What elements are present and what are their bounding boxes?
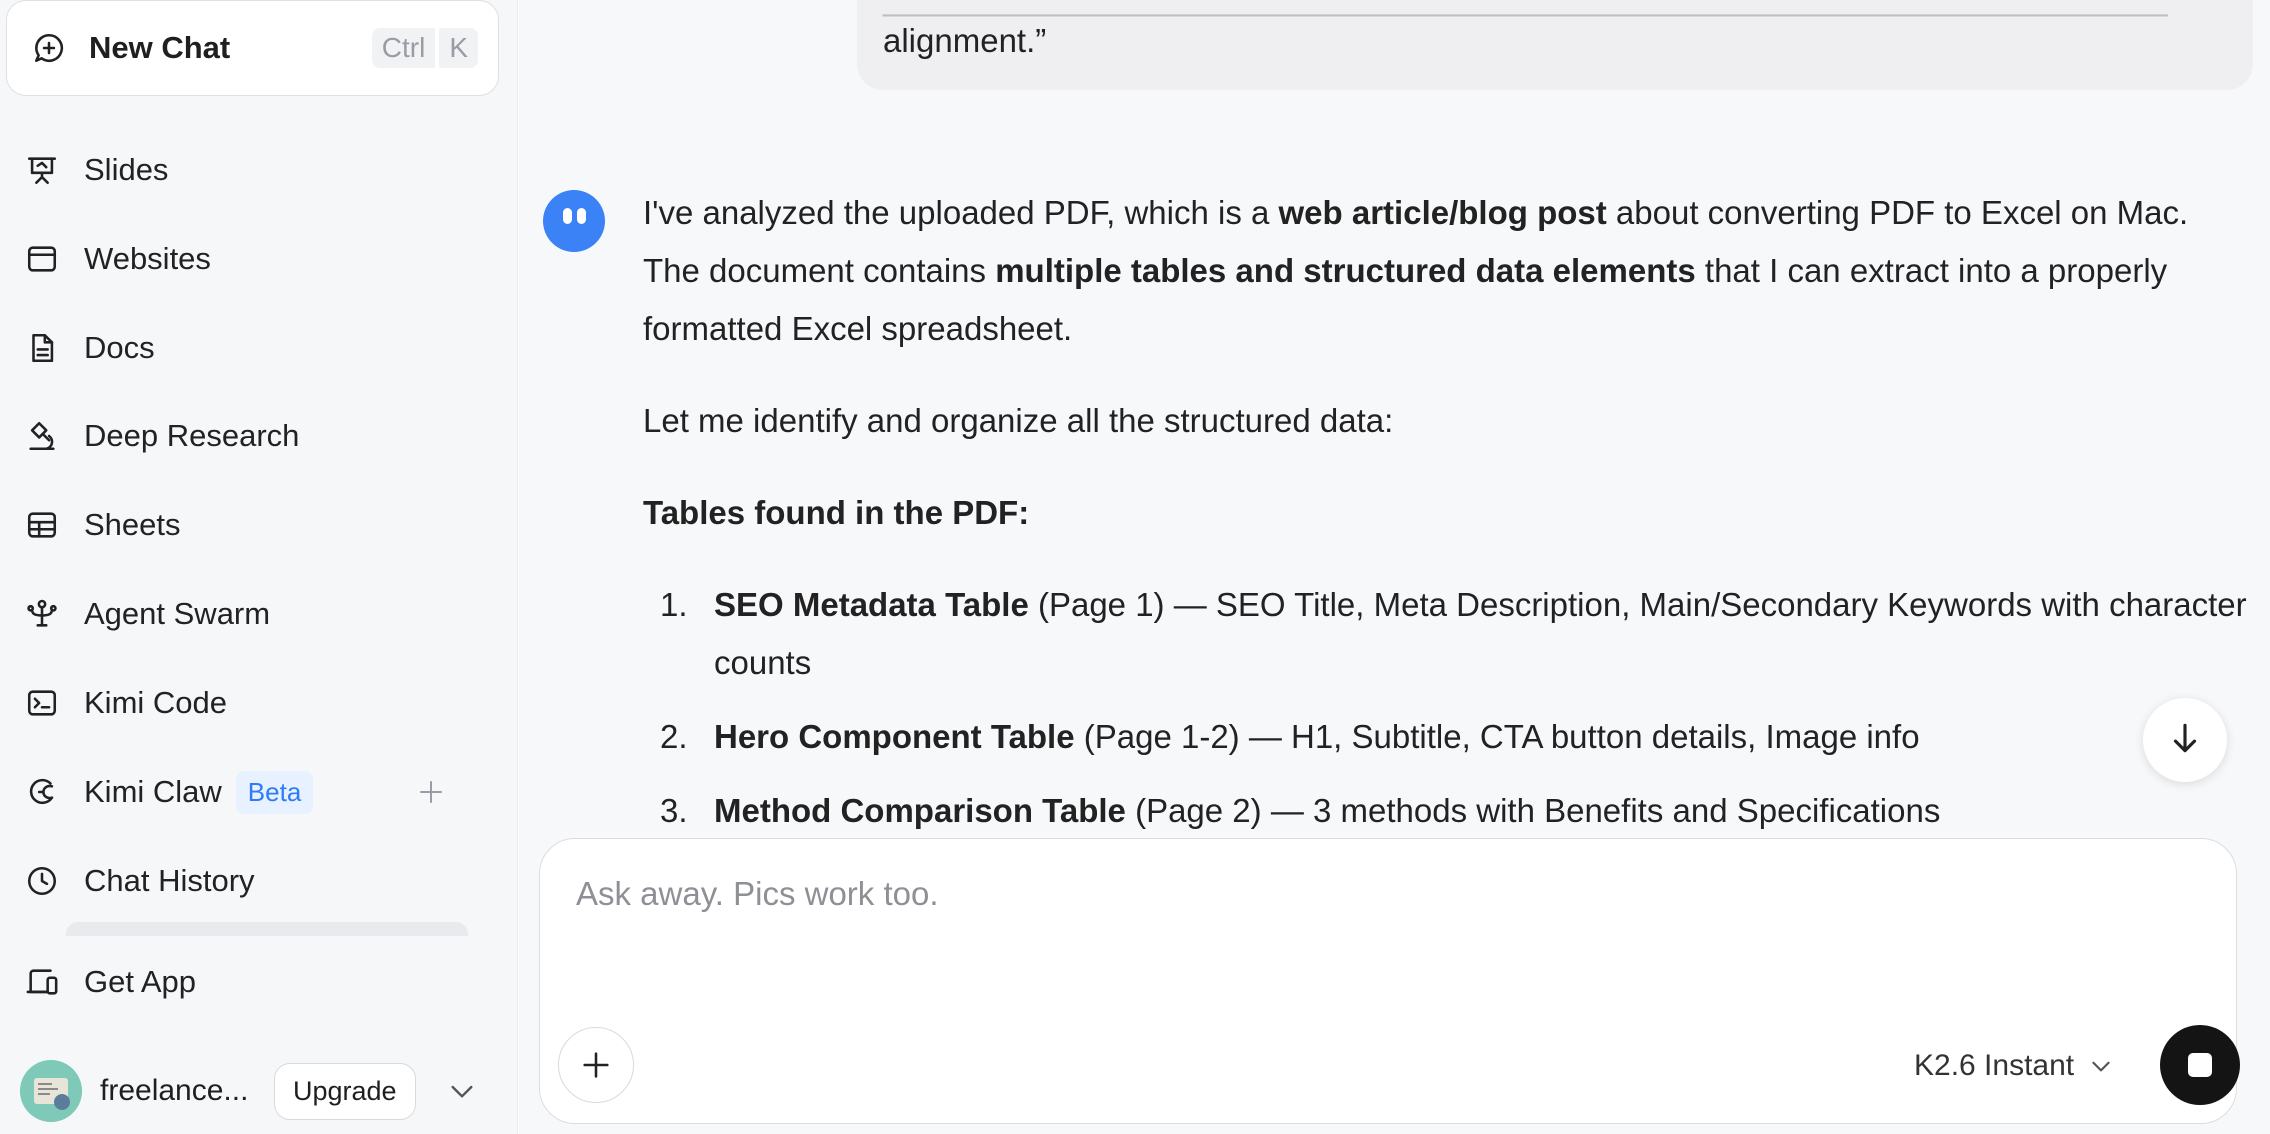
user-message-clipped-line: ________________________________________… [883,0,2168,18]
username: freelance... [100,1074,249,1107]
sidebar-item-get-app[interactable]: Get App [22,952,492,1012]
new-chat-button[interactable]: New Chat Ctrl K [6,0,499,96]
add-attachment-button[interactable] [558,1027,634,1103]
browser-window-icon [22,239,62,279]
sidebar-item-label: Docs [84,330,155,365]
sidebar-item-agent-swarm[interactable]: Agent Swarm [22,584,492,644]
sidebar-item-websites[interactable]: Websites [22,229,492,289]
chat-area: ________________________________________… [519,0,2270,1134]
avatar-eye [563,208,572,224]
user-message-text: alignment.” [883,22,1047,59]
assistant-avatar [543,190,605,252]
sidebar-item-sheets[interactable]: Sheets [22,495,492,555]
sidebar-item-label: Kimi Claw [84,774,222,809]
plus-icon [583,1052,609,1078]
stop-icon [2188,1053,2212,1077]
sidebar-item-label: Kimi Code [84,685,227,720]
devices-icon [22,962,62,1002]
avatar-eye [577,208,586,224]
user-account-row: freelance... Upgrade [20,1058,500,1124]
arrow-down-icon [2166,719,2204,762]
new-chat-label: New Chat [89,30,231,65]
claw-icon [22,772,62,812]
sidebar-item-label: Slides [84,152,169,187]
clock-icon [22,861,62,901]
sidebar-item-label: Chat History [84,863,255,898]
presentation-icon [22,150,62,190]
list-item: 2. Hero Component Table (Page 1-2) — H1, … [660,718,1920,755]
add-claw-button[interactable] [407,768,455,816]
list-item: 1. SEO Metadata Table (Page 1) — SEO Titl… [660,586,2247,681]
sidebar-item-chat-history[interactable]: Chat History [22,851,492,911]
sidebar-item-label: Get App [84,964,197,999]
assistant-paragraph: I've analyzed the uploaded PDF, which is… [643,194,2189,347]
shortcut-key-k: K [439,28,478,68]
stop-generation-button[interactable] [2160,1025,2240,1105]
model-selector[interactable]: K2.6 Instant [1914,1049,2116,1083]
sidebar-item-label: Sheets [84,507,181,542]
list-item: 3. Method Comparison Table (Page 2) — 3 m… [660,792,1941,829]
new-chat-icon [29,28,69,68]
sidebar-item-kimi-claw[interactable]: Kimi Claw Beta [22,762,492,822]
assistant-heading: Tables found in the PDF: [643,494,1030,531]
scroll-to-bottom-button[interactable] [2143,698,2227,782]
avatar[interactable] [20,1060,82,1122]
history-list-edge [66,922,468,936]
sidebar-item-label: Deep Research [84,418,300,453]
assistant-message: I've analyzed the uploaded PDF, which is… [643,184,2253,856]
beta-badge: Beta [235,770,314,814]
chevron-down-icon [2086,1051,2116,1081]
tables-list: 1. SEO Metadata Table (Page 1) — SEO Titl… [643,576,2253,840]
account-menu-chevron-icon[interactable] [442,1071,482,1111]
table-icon [22,505,62,545]
sidebar-item-slides[interactable]: Slides [22,140,492,200]
message-input[interactable] [576,875,1976,935]
sidebar-item-label: Websites [84,241,211,276]
upgrade-button[interactable]: Upgrade [274,1062,416,1120]
sidebar-item-docs[interactable]: Docs [22,318,492,378]
model-name: K2.6 Instant [1914,1049,2075,1082]
sidebar-item-kimi-code[interactable]: Kimi Code [22,673,492,733]
sidebar: New Chat Ctrl K Slides Websites Docs Dee… [0,0,518,1134]
user-message-bubble: ________________________________________… [857,0,2253,90]
microscope-icon [22,416,62,456]
document-icon [22,328,62,368]
terminal-icon [22,683,62,723]
shortcut-key-ctrl: Ctrl [371,28,436,68]
shortcut-hint: Ctrl K [371,28,478,68]
assistant-paragraph: Let me identify and organize all the str… [643,402,1394,439]
sidebar-item-label: Agent Swarm [84,596,271,631]
sidebar-item-deep-research[interactable]: Deep Research [22,406,492,466]
message-composer: K2.6 Instant [539,838,2240,1124]
agent-network-icon [22,594,62,634]
